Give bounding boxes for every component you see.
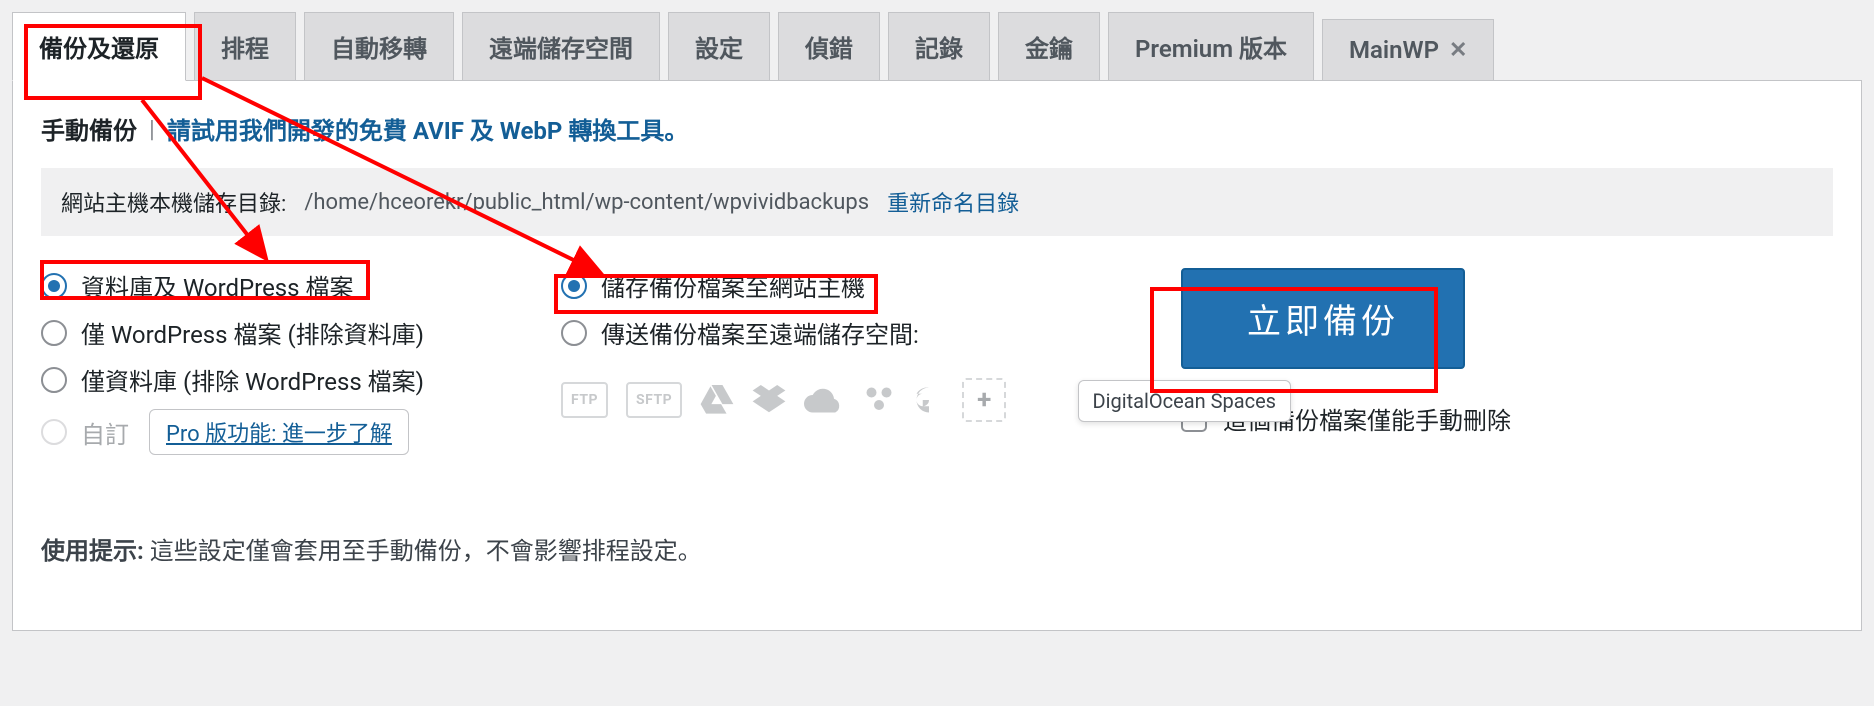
radio-label: 儲存備份檔案至網站主機 <box>601 268 865 303</box>
hint-text: 這些設定僅會套用至手動備份，不會影響排程設定。 <box>144 537 702 565</box>
tab-label: 偵錯 <box>805 29 853 64</box>
checkbox-label: 這個備份檔案僅能手動刪除 <box>1223 401 1511 436</box>
storage-path-value: /home/hceorekr/public_html/wp-content/wp… <box>304 190 869 215</box>
radio-icon <box>41 320 67 346</box>
rename-path-link[interactable]: 重新命名目錄 <box>887 186 1019 218</box>
tab-mainwp[interactable]: MainWP ✕ <box>1322 19 1494 81</box>
tab-label: 記錄 <box>915 29 963 64</box>
tab-settings[interactable]: 設定 <box>668 12 770 81</box>
promo-link[interactable]: 請試用我們開發的免費 AVIF 及 WebP 轉換工具。 <box>167 111 688 146</box>
tab-auto-migrate[interactable]: 自動移轉 <box>304 12 454 81</box>
radio-icon <box>41 273 67 299</box>
tab-keys[interactable]: 金鑰 <box>998 12 1100 81</box>
radio-label: 傳送備份檔案至遠端儲存空間: <box>601 315 919 350</box>
tabs: 備份及還原 排程 自動移轉 遠端儲存空間 設定 偵錯 記錄 金鑰 Premium… <box>12 12 1862 81</box>
digitalocean-icon[interactable] <box>914 382 944 418</box>
add-storage-icon[interactable]: + <box>962 378 1006 422</box>
section-title: 手動備份 <box>41 111 137 146</box>
tab-label: 排程 <box>221 29 269 64</box>
ftp-icon[interactable]: FTP <box>561 382 608 418</box>
manual-delete-lock[interactable]: 這個備份檔案僅能手動刪除 <box>1181 401 1511 436</box>
tab-logs[interactable]: 記錄 <box>888 12 990 81</box>
tab-premium[interactable]: Premium 版本 <box>1108 12 1314 81</box>
tab-label: 設定 <box>695 29 743 64</box>
backup-now-button[interactable]: 立即備份 <box>1181 268 1465 369</box>
tab-label: 遠端儲存空間 <box>489 29 633 64</box>
radio-icon <box>41 419 67 445</box>
tab-label: 備份及還原 <box>39 29 159 64</box>
radio-label: 僅資料庫 (排除 WordPress 檔案) <box>81 362 424 397</box>
tab-schedule[interactable]: 排程 <box>194 12 296 81</box>
radio-db-and-files[interactable]: 資料庫及 WordPress 檔案 <box>41 262 561 309</box>
tab-label: 金鑰 <box>1025 29 1073 64</box>
radio-icon <box>41 367 67 393</box>
usage-hint: 使用提示: 這些設定僅會套用至手動備份，不會影響排程設定。 <box>41 531 1833 566</box>
hint-prefix: 使用提示: <box>41 537 144 565</box>
pro-feature-link[interactable]: Pro 版功能: 進一步了解 <box>149 409 409 455</box>
radio-label: 資料庫及 WordPress 檔案 <box>81 268 354 303</box>
radio-label: 自訂 <box>81 415 129 450</box>
amazon-s3-icon[interactable] <box>862 382 896 418</box>
panel-backup: 手動備份 | 請試用我們開發的免費 AVIF 及 WebP 轉換工具。 網站主機… <box>12 80 1862 631</box>
radio-save-to-host[interactable]: 儲存備份檔案至網站主機 <box>561 262 1141 309</box>
checkbox-icon <box>1181 406 1207 432</box>
tab-label: MainWP <box>1349 36 1439 64</box>
radio-files-only[interactable]: 僅 WordPress 檔案 (排除資料庫) <box>41 309 561 356</box>
tab-debug[interactable]: 偵錯 <box>778 12 880 81</box>
tab-remote-storage[interactable]: 遠端儲存空間 <box>462 12 660 81</box>
dropbox-icon[interactable] <box>752 382 786 418</box>
tab-label: 自動移轉 <box>331 29 427 64</box>
tab-label: Premium 版本 <box>1135 29 1287 64</box>
tab-backup-restore[interactable]: 備份及還原 <box>12 12 186 81</box>
separator: | <box>149 115 155 143</box>
sftp-icon[interactable]: SFTP <box>626 382 682 418</box>
radio-db-only[interactable]: 僅資料庫 (排除 WordPress 檔案) <box>41 356 561 403</box>
storage-path-row: 網站主機本機儲存目錄: /home/hceorekr/public_html/w… <box>41 168 1833 236</box>
googledrive-icon[interactable] <box>700 382 734 418</box>
radio-icon <box>561 273 587 299</box>
storage-path-label: 網站主機本機儲存目錄: <box>61 186 286 218</box>
radio-send-to-remote[interactable]: 傳送備份檔案至遠端儲存空間: <box>561 309 1141 356</box>
radio-icon <box>561 320 587 346</box>
radio-custom: 自訂 Pro 版功能: 進一步了解 <box>41 403 561 461</box>
close-icon[interactable]: ✕ <box>1449 38 1467 63</box>
radio-label: 僅 WordPress 檔案 (排除資料庫) <box>81 315 424 350</box>
onedrive-icon[interactable] <box>804 382 844 418</box>
